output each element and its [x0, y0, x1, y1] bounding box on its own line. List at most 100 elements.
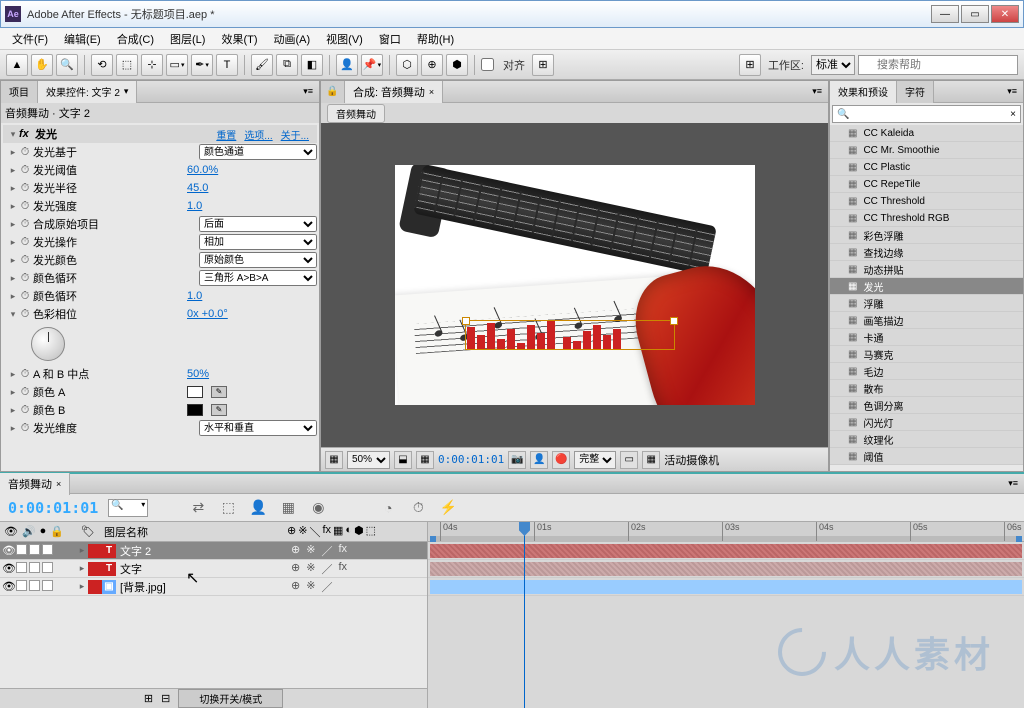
color-mgmt-icon[interactable]: 🔴 [552, 451, 570, 469]
puppet-tool[interactable]: 📌 [361, 54, 383, 76]
eyedropper-icon[interactable]: ✎ [211, 404, 227, 416]
label-color[interactable] [88, 562, 102, 576]
flowchart-tab[interactable]: 音频舞动 [327, 104, 385, 123]
stopwatch-icon[interactable]: ⏱ [19, 164, 31, 177]
stopwatch-icon[interactable]: ⏱ [19, 146, 31, 159]
camera-label[interactable]: 活动摄像机 [664, 452, 719, 468]
clone-tool[interactable]: ⧉ [276, 54, 298, 76]
twirl-icon[interactable]: ▸ [7, 183, 19, 194]
panel-tab[interactable]: 效果和预设 [830, 81, 897, 103]
comp-lock-icon[interactable]: 🔒 [321, 81, 345, 103]
stopwatch-icon[interactable]: ⏱ [19, 404, 31, 417]
local-axis[interactable]: ⬡ [396, 54, 418, 76]
brainstorm-icon[interactable]: ⏱ [408, 498, 428, 518]
hand-tool[interactable]: ✋ [31, 54, 53, 76]
shape-tool[interactable]: ▭ [166, 54, 188, 76]
effect-preset-item[interactable]: 彩色浮雕 [830, 227, 1023, 244]
auto-keyframe-icon[interactable]: ⚡ [438, 498, 458, 518]
composition-viewport[interactable] [321, 123, 828, 447]
twirl-icon[interactable]: ▸ [7, 369, 19, 380]
layer-name[interactable]: 文字 2 [116, 543, 287, 559]
draft3d-icon[interactable]: ⬚ [218, 498, 238, 518]
menu-动画(A)[interactable]: 动画(A) [266, 31, 319, 47]
color-swatch[interactable] [187, 404, 203, 416]
toggle-switches-button[interactable]: 切换开关/模式 [178, 689, 283, 708]
twirl-icon[interactable]: ▾ [7, 309, 19, 320]
stopwatch-icon[interactable]: ⏱ [19, 386, 31, 399]
pen-tool[interactable]: ✒ [191, 54, 213, 76]
playhead[interactable] [524, 522, 525, 708]
effect-preset-item[interactable]: 色调分离 [830, 397, 1023, 414]
effect-preset-item[interactable]: CC Threshold [830, 193, 1023, 210]
panel-menu-icon[interactable]: ▾≡ [1001, 86, 1023, 97]
menu-效果(T)[interactable]: 效果(T) [213, 31, 265, 47]
layer-name[interactable]: 文字 [116, 561, 287, 577]
stopwatch-icon[interactable]: ⏱ [19, 422, 31, 435]
menu-编辑(E)[interactable]: 编辑(E) [56, 31, 109, 47]
selection-tool[interactable]: ▲ [6, 54, 28, 76]
show-snapshot-icon[interactable]: 👤 [530, 451, 548, 469]
twirl-icon[interactable]: ▸ [7, 165, 19, 176]
zoom-select[interactable]: 50% [347, 451, 390, 469]
twirl-icon[interactable]: ▸ [7, 273, 19, 284]
twirl-icon[interactable]: ▸ [7, 237, 19, 248]
effect-preset-item[interactable]: CC Mr. Smoothie [830, 142, 1023, 159]
twirl-icon[interactable]: ▸ [7, 291, 19, 302]
effect-preset-item[interactable]: CC Threshold RGB [830, 210, 1023, 227]
res-icon[interactable]: ⬓ [394, 451, 412, 469]
panel-menu-icon[interactable]: ▾≡ [297, 86, 319, 97]
snap-options[interactable]: ⊞ [532, 54, 554, 76]
motion-blur-icon[interactable]: ◉ [308, 498, 328, 518]
effect-name[interactable]: 发光 [33, 126, 216, 142]
pan-behind-tool[interactable]: ⊹ [141, 54, 163, 76]
help-search[interactable] [858, 55, 1018, 75]
twirl-icon[interactable]: ▸ [7, 255, 19, 266]
twirl-icon[interactable]: ▸ [76, 581, 88, 592]
param-select[interactable]: 水平和垂直 [199, 420, 317, 436]
effect-preset-item[interactable]: 散布 [830, 380, 1023, 397]
panel-tab[interactable]: 效果控件: 文字 2▾ [38, 81, 137, 103]
effect-preset-item[interactable]: 闪光灯 [830, 414, 1023, 431]
effect-preset-item[interactable]: 动态拼贴 [830, 261, 1023, 278]
workspace-icon[interactable]: ⊞ [739, 54, 761, 76]
toggle-modes-icon[interactable]: ⊟ [161, 692, 170, 705]
effect-preset-item[interactable]: 毛边 [830, 363, 1023, 380]
param-select[interactable]: 后面 [199, 216, 317, 232]
param-value[interactable]: 1.0 [187, 200, 317, 212]
snap-checkbox[interactable] [481, 58, 494, 71]
stopwatch-icon[interactable]: ⏱ [19, 236, 31, 249]
param-value[interactable]: 60.0% [187, 164, 317, 176]
grid-icon[interactable]: ▦ [325, 451, 343, 469]
effect-preset-item[interactable]: 纹理化 [830, 431, 1023, 448]
stopwatch-icon[interactable]: ⏱ [19, 308, 31, 321]
effect-preset-item[interactable]: CC Plastic [830, 159, 1023, 176]
menu-窗口[interactable]: 窗口 [371, 31, 409, 47]
view-axis[interactable]: ⬢ [446, 54, 468, 76]
twirl-icon[interactable]: ▸ [76, 563, 88, 574]
minimize-button[interactable]: — [931, 5, 959, 23]
panel-menu-icon[interactable]: ▾≡ [806, 86, 828, 97]
param-select[interactable]: 原始颜色 [199, 252, 317, 268]
type-tool[interactable]: T [216, 54, 238, 76]
param-value[interactable]: 1.0 [187, 290, 317, 302]
world-axis[interactable]: ⊕ [421, 54, 443, 76]
brush-tool[interactable]: 🖌 [251, 54, 273, 76]
twirl-icon[interactable]: ▸ [7, 201, 19, 212]
effect-preset-item[interactable]: 发光 [830, 278, 1023, 295]
twirl-icon[interactable]: ▸ [76, 545, 88, 556]
twirl-icon[interactable]: ▸ [7, 387, 19, 398]
maximize-button[interactable]: ▭ [961, 5, 989, 23]
stopwatch-icon[interactable]: ⏱ [19, 254, 31, 267]
comp-tab[interactable]: 合成: 音频舞动× [345, 81, 443, 103]
twirl-icon[interactable]: ▸ [7, 147, 19, 158]
visibility-icon[interactable]: 👁 [2, 580, 14, 593]
twirl-icon[interactable]: ▸ [7, 219, 19, 230]
stopwatch-icon[interactable]: ⏱ [19, 368, 31, 381]
param-value[interactable]: 50% [187, 368, 317, 380]
shy-icon[interactable]: 👤 [248, 498, 268, 518]
timeline-timecode[interactable]: 0:00:01:01 [8, 499, 98, 517]
frame-blend-icon[interactable]: ▦ [278, 498, 298, 518]
effects-search[interactable]: × [832, 105, 1021, 123]
visibility-icon[interactable]: 👁 [2, 562, 14, 575]
eraser-tool[interactable]: ◧ [301, 54, 323, 76]
